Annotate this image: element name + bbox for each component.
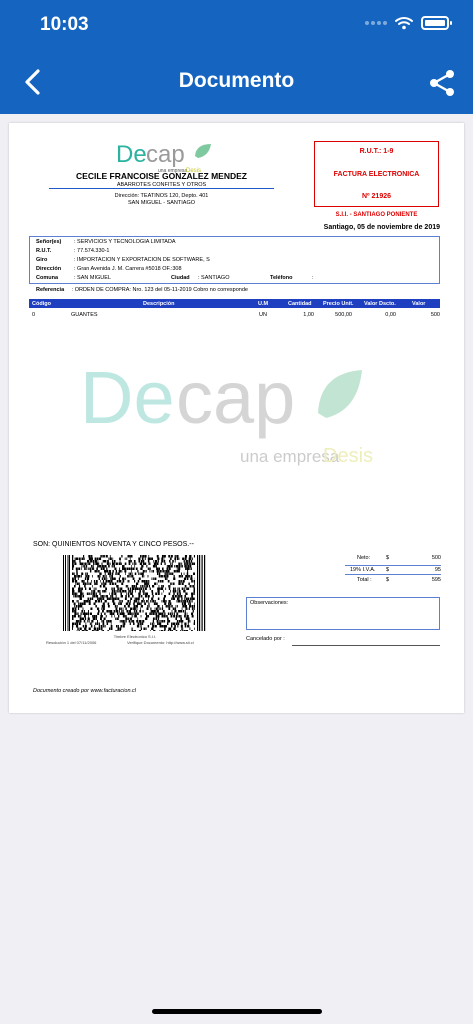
timbre-resolucion: Resolución 1 del 07/11/2006 bbox=[46, 640, 97, 645]
direccion-label: Dirección bbox=[36, 266, 62, 272]
cell-precio: 500,00 bbox=[335, 311, 352, 318]
cell-um: UN bbox=[259, 311, 267, 318]
table-row: 0 GUANTES UN 1,00 500,00 0,00 500 bbox=[29, 310, 440, 319]
referencia-label: Referencia bbox=[36, 287, 65, 293]
cancelado-label: Cancelado por : bbox=[246, 636, 285, 642]
wifi-icon bbox=[395, 17, 413, 30]
share-button[interactable] bbox=[427, 68, 457, 98]
iva-row: 19% I.V.A. $ 95 bbox=[345, 565, 441, 575]
comuna-label: Comuna bbox=[36, 275, 58, 281]
col-valor: Valor bbox=[412, 300, 426, 307]
neto-label: Neto: bbox=[357, 555, 371, 561]
col-cantidad: Cantidad bbox=[288, 300, 312, 307]
status-time: 10:03 bbox=[40, 14, 89, 35]
telefono-label: Teléfono bbox=[270, 275, 293, 281]
document-date: Santiago, 05 de noviembre de 2019 bbox=[323, 224, 440, 231]
company-activity: ABARROTES CONFITES Y OTROS bbox=[49, 182, 274, 189]
company-city: SAN MIGUEL - SANTIAGO bbox=[127, 200, 196, 206]
client-rut-label: R.U.T. bbox=[36, 248, 52, 254]
leaf-icon bbox=[195, 144, 211, 158]
svg-text:cap: cap bbox=[176, 358, 295, 439]
neto-currency: $ bbox=[386, 555, 390, 561]
svg-text:De: De bbox=[80, 358, 175, 439]
referencia-value: : ORDEN DE COMPRA: Nro. 123 del 05-11-20… bbox=[71, 287, 248, 293]
pdf417-barcode bbox=[63, 555, 206, 631]
document-paper[interactable]: De cap una empresa Desis CECILE FRANCOIS… bbox=[9, 123, 464, 713]
cell-cantidad: 1,00 bbox=[303, 311, 314, 318]
senores-label: Señor(es) bbox=[36, 239, 62, 245]
telefono-value: : bbox=[312, 275, 314, 281]
cell-descripcion: GUANTES bbox=[71, 311, 98, 318]
page-title: Documento bbox=[178, 69, 295, 92]
cell-valor: 500 bbox=[430, 311, 440, 318]
iva-value: 95 bbox=[434, 567, 441, 573]
col-descuento: Valor Dscto. bbox=[364, 300, 396, 307]
sii-office: S.I.I. - SANTIAGO PONIENTE bbox=[335, 212, 418, 218]
logo-part2: cap bbox=[146, 141, 185, 168]
client-box: Señor(es) : SERVICIOS Y TECNOLOGIA LIMIT… bbox=[29, 236, 440, 284]
giro-label: Giro bbox=[36, 257, 48, 263]
cancelado-line bbox=[292, 645, 440, 646]
decap-watermark: De cap una empresa Desis bbox=[80, 358, 373, 467]
iva-currency: $ bbox=[386, 567, 390, 573]
observaciones-label: Observaciones: bbox=[250, 600, 289, 606]
svg-text:Desis: Desis bbox=[323, 445, 373, 467]
iva-label: 19% I.V.A. bbox=[350, 567, 376, 573]
home-indicator[interactable] bbox=[152, 1009, 322, 1014]
total-row: Total : $ 595 bbox=[345, 576, 441, 586]
logo-part1: De bbox=[116, 141, 147, 168]
timbre-verifique: Verifique Documento: http://www.sii.cl bbox=[127, 640, 194, 645]
cell-codigo: 0 bbox=[32, 311, 36, 318]
document-number: Nº 21926 bbox=[361, 193, 392, 200]
ciudad-label: Ciudad bbox=[171, 275, 190, 281]
col-descripcion: Descripción bbox=[143, 300, 175, 307]
signal-icon bbox=[365, 21, 387, 25]
col-precio: Precio Unit. bbox=[323, 300, 354, 307]
app-header: 10:03 Documento bbox=[0, 0, 473, 114]
company-address: Dirección: TEATINOS 120, Depto. 401 bbox=[114, 193, 209, 199]
rut-label: R.U.T.: 1-9 bbox=[359, 148, 394, 155]
status-icons bbox=[365, 16, 452, 30]
col-um: U.M bbox=[258, 300, 269, 307]
referencia: Referencia : ORDEN DE COMPRA: Nro. 123 d… bbox=[36, 287, 248, 293]
cell-descuento: 0,00 bbox=[385, 311, 396, 318]
rut-box: R.U.T.: 1-9 FACTURA ELECTRONICA Nº 21926 bbox=[314, 141, 439, 207]
battery-icon bbox=[421, 16, 452, 30]
document-type: FACTURA ELECTRONICA bbox=[333, 171, 420, 178]
comuna-value: : SAN MIGUEL bbox=[74, 275, 111, 281]
client-rut-value: : 77.574.330-1 bbox=[74, 248, 110, 254]
senores-value: : SERVICIOS Y TECNOLOGIA LIMITADA bbox=[74, 239, 176, 245]
neto-row: Neto: $ 500 bbox=[345, 554, 441, 564]
amount-in-words: SON: QUINIENTOS NOVENTA Y CINCO PESOS.-- bbox=[33, 541, 194, 548]
observaciones-box: Observaciones: bbox=[246, 597, 440, 630]
neto-value: 500 bbox=[431, 555, 441, 561]
items-table-header: Código Descripción U.M Cantidad Precio U… bbox=[29, 299, 440, 308]
col-codigo: Código bbox=[32, 300, 51, 307]
total-currency: $ bbox=[386, 577, 390, 583]
ciudad-value: : SANTIAGO bbox=[198, 275, 230, 281]
giro-value: : IMPORTACION Y EXPORTACION DE SOFTWARE,… bbox=[74, 257, 210, 263]
created-by: Documento creado por www.facturacion.cl bbox=[33, 688, 137, 694]
company-name: CECILE FRANCOISE GONZALEZ MENDEZ bbox=[76, 171, 247, 181]
total-value: 595 bbox=[431, 577, 441, 583]
timbre-title: Timbre Electronico S.I.I. bbox=[113, 634, 157, 639]
total-label: Total : bbox=[357, 577, 372, 583]
direccion-value: : Gran Avenida J. M. Carrera #5018 OF.:3… bbox=[74, 266, 182, 272]
